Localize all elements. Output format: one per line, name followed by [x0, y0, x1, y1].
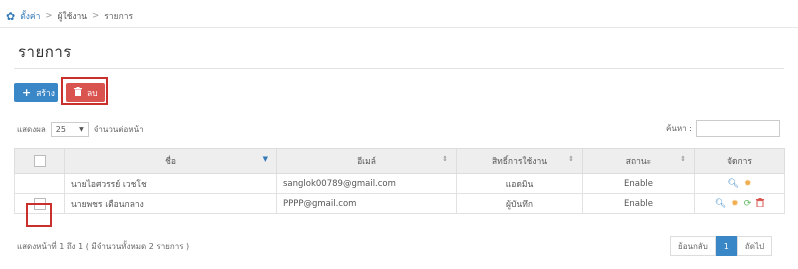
breadcrumb-current: รายการ — [104, 12, 134, 22]
row-actions: 🔍︎ ✹ — [694, 173, 785, 194]
column-header-actions: จัดการ — [694, 148, 785, 174]
chevron-down-icon: ▼ — [79, 126, 84, 133]
users-table: ชื่อ ▼ อีเมล์ ⇕ สิทธิ์การใช้งาน ⇕ สถานะ … — [14, 148, 785, 214]
row-email: PPPP@gmail.com — [276, 193, 457, 214]
delete-icon[interactable] — [756, 197, 765, 210]
gear-icon: ✿ — [6, 9, 16, 23]
column-header-role[interactable]: สิทธิ์การใช้งาน ⇕ — [456, 148, 583, 174]
breadcrumb-separator: > — [45, 11, 53, 21]
column-name-label: ชื่อ — [165, 157, 176, 167]
per-page-label: จำนวนต่อหน้า — [93, 125, 144, 134]
page-length-value: 25 — [55, 125, 66, 134]
table-row[interactable]: นายไอศวรรย์ เวชโช sanglok00789@gmail.com… — [14, 173, 785, 194]
column-header-name[interactable]: ชื่อ ▼ — [64, 148, 277, 174]
row-name: นายไอศวรรย์ เวชโช — [64, 173, 277, 194]
column-email-label: อีเมล์ — [357, 157, 376, 167]
row-select-cell — [14, 173, 65, 194]
sort-icon: ⇕ — [680, 155, 686, 163]
show-label: แสดงผล — [17, 125, 46, 134]
breadcrumb-users[interactable]: ผู้ใช้งาน — [57, 9, 87, 23]
row-actions: 🔍︎ ✹ ⟳ — [694, 193, 785, 214]
title-divider — [14, 68, 784, 69]
view-icon[interactable]: 🔍︎ — [715, 199, 726, 209]
trash-icon — [74, 86, 82, 99]
breadcrumb: ✿ ตั้งค่า > ผู้ใช้งาน > รายการ — [6, 8, 133, 24]
delete-button[interactable]: ลบ — [66, 83, 105, 102]
search-input[interactable] — [695, 120, 780, 137]
delete-button-label: ลบ — [87, 88, 98, 99]
row-role: ผู้บันทึก — [456, 193, 583, 214]
column-role-label: สิทธิ์การใช้งาน — [491, 157, 548, 167]
select-all-header — [14, 148, 65, 174]
view-icon[interactable]: 🔍︎ — [728, 179, 739, 189]
pagination: ย้อนกลับ 1 ถัดไป — [670, 236, 773, 256]
page-length-select[interactable]: 25 ▼ — [50, 122, 89, 137]
table-header-row: ชื่อ ▼ อีเมล์ ⇕ สิทธิ์การใช้งาน ⇕ สถานะ … — [14, 148, 785, 174]
page-title: รายการ — [18, 43, 72, 61]
breadcrumb-divider — [0, 27, 798, 28]
row-status: Enable — [582, 173, 695, 194]
plus-icon: + — [22, 86, 32, 99]
sort-icon: ⇕ — [442, 155, 448, 163]
edit-icon[interactable]: ✹ — [731, 199, 739, 209]
breadcrumb-separator: > — [92, 11, 100, 21]
column-header-email[interactable]: อีเมล์ ⇕ — [276, 148, 457, 174]
edit-icon[interactable]: ✹ — [744, 179, 752, 189]
column-status-label: สถานะ — [625, 157, 652, 167]
row-name: นายพชร เตือนกลาง — [64, 193, 277, 214]
table-row[interactable]: นายพชร เตือนกลาง PPPP@gmail.com ผู้บันทึ… — [14, 193, 785, 214]
table-info: แสดงหน้าที่ 1 ถึง 1 ( มีจำนวนทั้งหมด 2 ร… — [17, 242, 190, 251]
next-page-button[interactable]: ถัดไป — [736, 236, 773, 256]
breadcrumb-settings[interactable]: ตั้งค่า — [20, 9, 40, 23]
sort-desc-icon: ▼ — [262, 155, 268, 163]
select-all-checkbox[interactable] — [33, 155, 46, 167]
prev-page-button[interactable]: ย้อนกลับ — [670, 236, 716, 256]
row-role: แอดมิน — [456, 173, 583, 194]
column-header-status[interactable]: สถานะ ⇕ — [582, 148, 695, 174]
create-button[interactable]: + สร้าง — [14, 83, 58, 102]
search-control: ค้นหา : — [666, 120, 780, 137]
create-button-label: สร้าง — [36, 88, 55, 99]
page-length-control: แสดงผล 25 ▼ จำนวนต่อหน้า — [17, 122, 144, 137]
search-label: ค้นหา : — [666, 124, 692, 133]
sort-icon: ⇕ — [568, 155, 574, 163]
row-email: sanglok00789@gmail.com — [276, 173, 457, 194]
row-status: Enable — [582, 193, 695, 214]
column-actions-label: จัดการ — [727, 157, 752, 167]
reset-icon[interactable]: ⟳ — [744, 199, 752, 209]
row-checkbox-highlight — [26, 203, 52, 227]
current-page-button[interactable]: 1 — [715, 236, 737, 256]
